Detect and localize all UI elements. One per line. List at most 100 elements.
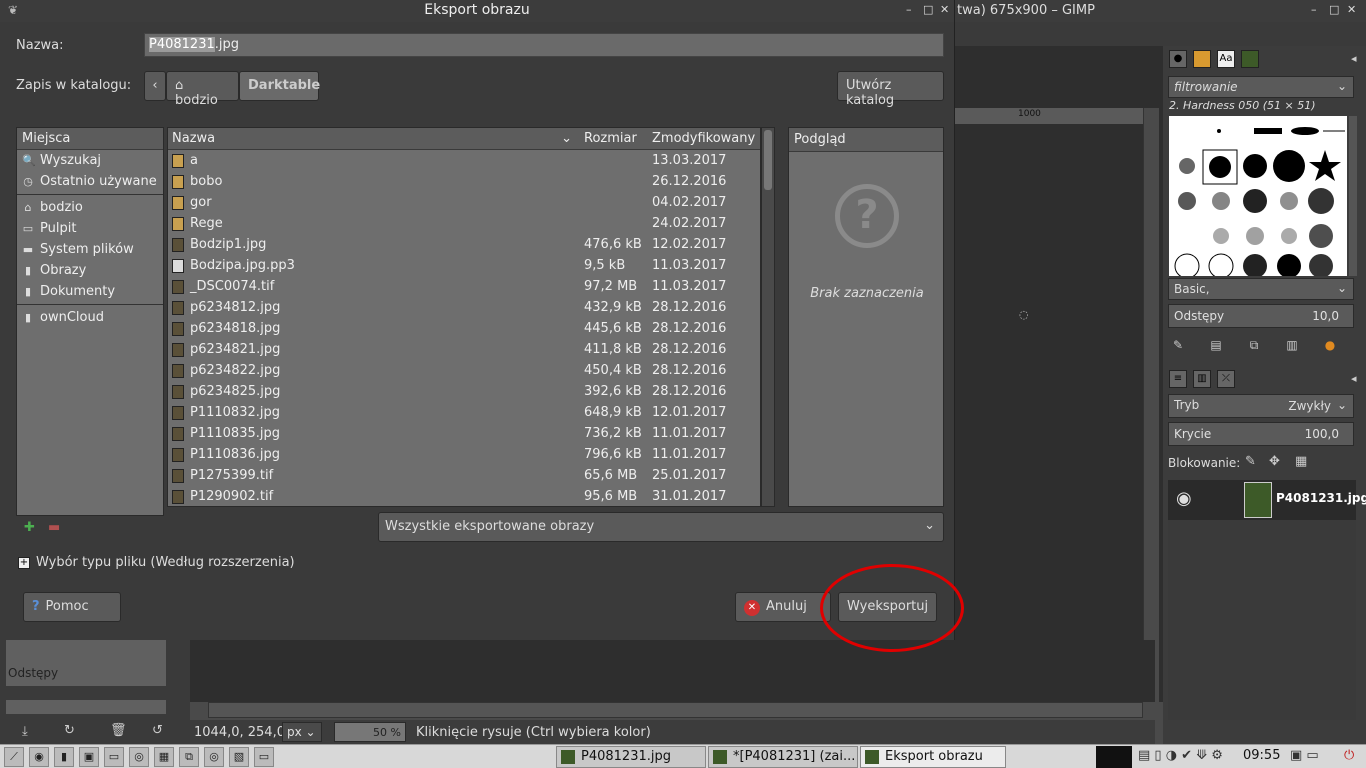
- brush-filter-combo[interactable]: filtrowanie ⌄: [1168, 76, 1354, 98]
- file-row[interactable]: a 13.03.2017: [168, 150, 760, 171]
- spacing-slider[interactable]: Odstępy: [6, 662, 166, 686]
- calculator-icon[interactable]: ▦: [154, 747, 174, 767]
- gimp-icon[interactable]: ▧: [229, 747, 249, 767]
- column-name-header[interactable]: Nazwa ⌄: [168, 128, 580, 149]
- tool-option-slider[interactable]: [6, 700, 166, 714]
- canvas-horizontal-scrollbar[interactable]: [208, 702, 1143, 718]
- blank-window-icon[interactable]: ▭: [254, 747, 274, 767]
- file-row[interactable]: Rege 24.02.2017: [168, 213, 760, 234]
- places-item-dokumenty[interactable]: ▮ Dokumenty: [17, 281, 163, 302]
- windows-icon[interactable]: ⧉: [179, 747, 199, 767]
- column-modified-header[interactable]: Zmodyfikowany: [648, 128, 760, 149]
- edit-brush-icon[interactable]: ✎: [1169, 338, 1187, 356]
- lock-alpha-icon[interactable]: ▦: [1295, 454, 1307, 469]
- dock-menu-icon[interactable]: ◂: [1351, 372, 1357, 385]
- maximize-icon[interactable]: □: [923, 3, 933, 16]
- delete-brush-icon[interactable]: ▥: [1283, 338, 1301, 356]
- brush-spacing-spinner[interactable]: Odstępy 10,0: [1168, 304, 1354, 328]
- add-bookmark-icon[interactable]: ✚: [24, 520, 35, 535]
- network-icon[interactable]: ◉: [29, 747, 49, 767]
- layers-tab-icon[interactable]: ≡: [1169, 370, 1187, 388]
- paths-tab-icon[interactable]: ⤫: [1217, 370, 1235, 388]
- start-menu-icon[interactable]: ⟋: [4, 747, 24, 767]
- brush-preset-combo[interactable]: Basic, ⌄: [1168, 278, 1354, 300]
- minimize-icon[interactable]: –: [1311, 3, 1317, 16]
- file-row[interactable]: P1290902.tif 95,6 MB 31.01.2017: [168, 486, 760, 506]
- file-row[interactable]: p6234818.jpg 445,6 kB 28.12.2016: [168, 318, 760, 339]
- help-button[interactable]: ? Pomoc: [23, 592, 121, 622]
- file-filter-select[interactable]: Wszystkie eksportowane obrazy ⌄: [378, 512, 944, 542]
- layer-row[interactable]: ◉ P4081231.jpg: [1168, 480, 1366, 520]
- new-brush-icon[interactable]: ▤: [1207, 338, 1225, 356]
- restore-options-icon[interactable]: ↻: [64, 723, 75, 738]
- tray-system-icons[interactable]: ▣ ▭: [1290, 748, 1319, 763]
- filename-input[interactable]: P4081231.jpg: [144, 33, 944, 57]
- acrobat-icon[interactable]: ▣: [79, 747, 99, 767]
- tool-option-slider[interactable]: [6, 640, 166, 664]
- brush-grid-scrollbar[interactable]: [1349, 116, 1357, 276]
- save-options-icon[interactable]: ⤓: [22, 724, 28, 739]
- create-folder-button[interactable]: Utwórz katalog: [837, 71, 944, 108]
- layer-mode-combo[interactable]: Tryb Zwykły ⌄: [1168, 394, 1354, 418]
- horizontal-ruler[interactable]: 1000: [955, 108, 1145, 124]
- path-darktable-button[interactable]: Darktable: [239, 71, 320, 101]
- places-item-bodzio[interactable]: ⌂ bodzio: [17, 197, 163, 218]
- places-item-obrazy[interactable]: ▮ Obrazy: [17, 260, 163, 281]
- path-back-button[interactable]: ‹: [144, 71, 166, 101]
- fonts-tab-icon[interactable]: Aa: [1217, 50, 1235, 68]
- places-item-wyszukaj[interactable]: 🔍 Wyszukaj: [17, 150, 163, 171]
- lock-pixels-icon[interactable]: ✎: [1245, 454, 1256, 469]
- taskbar-task-gimp[interactable]: *[P4081231] (zai...: [708, 746, 858, 768]
- folder-icon[interactable]: ▮: [54, 747, 74, 767]
- taskbar-task-image[interactable]: P4081231.jpg: [556, 746, 706, 768]
- unit-select[interactable]: px ⌄: [282, 722, 322, 742]
- file-list-scrollbar[interactable]: [761, 127, 775, 507]
- file-row[interactable]: P1275399.tif 65,6 MB 25.01.2017: [168, 465, 760, 486]
- close-icon[interactable]: ✕: [1347, 3, 1356, 16]
- power-icon[interactable]: ⏻: [1344, 748, 1354, 763]
- taskbar-task-export[interactable]: Eksport obrazu: [860, 746, 1006, 768]
- reset-options-icon[interactable]: ↺: [152, 723, 163, 738]
- canvas-vertical-scrollbar[interactable]: [1143, 108, 1159, 702]
- layer-opacity-spinner[interactable]: Krycie 100,0: [1168, 422, 1354, 446]
- maximize-icon[interactable]: □: [1329, 3, 1339, 16]
- file-type-expander[interactable]: + Wybór typu pliku (Według rozszerzenia): [18, 555, 295, 570]
- column-size-header[interactable]: Rozmiar: [580, 128, 648, 149]
- duplicate-brush-icon[interactable]: ⧉: [1245, 338, 1263, 356]
- terminal-icon[interactable]: ▭: [104, 747, 124, 767]
- dock-menu-icon[interactable]: ◂: [1351, 52, 1357, 65]
- file-row[interactable]: P1110836.jpg 796,6 kB 11.01.2017: [168, 444, 760, 465]
- lock-position-icon[interactable]: ✥: [1269, 454, 1280, 469]
- file-row[interactable]: _DSC0074.tif 97,2 MB 11.03.2017: [168, 276, 760, 297]
- file-row[interactable]: Bodzip1.jpg 476,6 kB 12.02.2017: [168, 234, 760, 255]
- file-row[interactable]: p6234822.jpg 450,4 kB 28.12.2016: [168, 360, 760, 381]
- places-item-pulpit[interactable]: ▭ Pulpit: [17, 218, 163, 239]
- file-row[interactable]: p6234825.jpg 392,6 kB 28.12.2016: [168, 381, 760, 402]
- file-row[interactable]: Bodzipa.jpg.pp3 9,5 kB 11.03.2017: [168, 255, 760, 276]
- tray-icons[interactable]: ▤ ▯ ◑ ✔ ⟱ ⚙: [1138, 748, 1223, 763]
- images-tab-icon[interactable]: [1241, 50, 1259, 68]
- file-row[interactable]: P1110832.jpg 648,9 kB 12.01.2017: [168, 402, 760, 423]
- cancel-button[interactable]: ✕ Anuluj: [735, 592, 831, 622]
- places-item-ostatnio-używane[interactable]: ◷ Ostatnio używane: [17, 171, 163, 192]
- brushes-tab-icon[interactable]: ●: [1169, 50, 1187, 68]
- places-item-owncloud[interactable]: ▮ ownCloud: [17, 307, 163, 328]
- dialog-titlebar[interactable]: ❦ Eksport obrazu – □ ✕: [0, 0, 954, 22]
- file-row[interactable]: gor 04.02.2017: [168, 192, 760, 213]
- file-row[interactable]: bobo 26.12.2016: [168, 171, 760, 192]
- brush-grid[interactable]: [1169, 116, 1347, 279]
- gimp-window-titlebar[interactable]: twa) 675x900 – GIMP – □ ✕: [955, 0, 1366, 22]
- file-row[interactable]: p6234821.jpg 411,8 kB 28.12.2016: [168, 339, 760, 360]
- chrome-icon[interactable]: ◎: [129, 747, 149, 767]
- zoom-select[interactable]: 50 %: [334, 722, 406, 742]
- file-row[interactable]: p6234812.jpg 432,9 kB 28.12.2016: [168, 297, 760, 318]
- visibility-eye-icon[interactable]: ◉: [1176, 488, 1192, 509]
- export-button[interactable]: Wyeksportuj: [838, 592, 937, 622]
- path-bodzio-button[interactable]: ⌂ bodzio: [166, 71, 239, 108]
- file-row[interactable]: P1110835.jpg 736,2 kB 11.01.2017: [168, 423, 760, 444]
- places-item-system-plików[interactable]: ▬ System plików: [17, 239, 163, 260]
- channels-tab-icon[interactable]: ▥: [1193, 370, 1211, 388]
- places-header[interactable]: Miejsca: [17, 128, 163, 150]
- chrome-icon[interactable]: ◎: [204, 747, 224, 767]
- patterns-tab-icon[interactable]: [1193, 50, 1211, 68]
